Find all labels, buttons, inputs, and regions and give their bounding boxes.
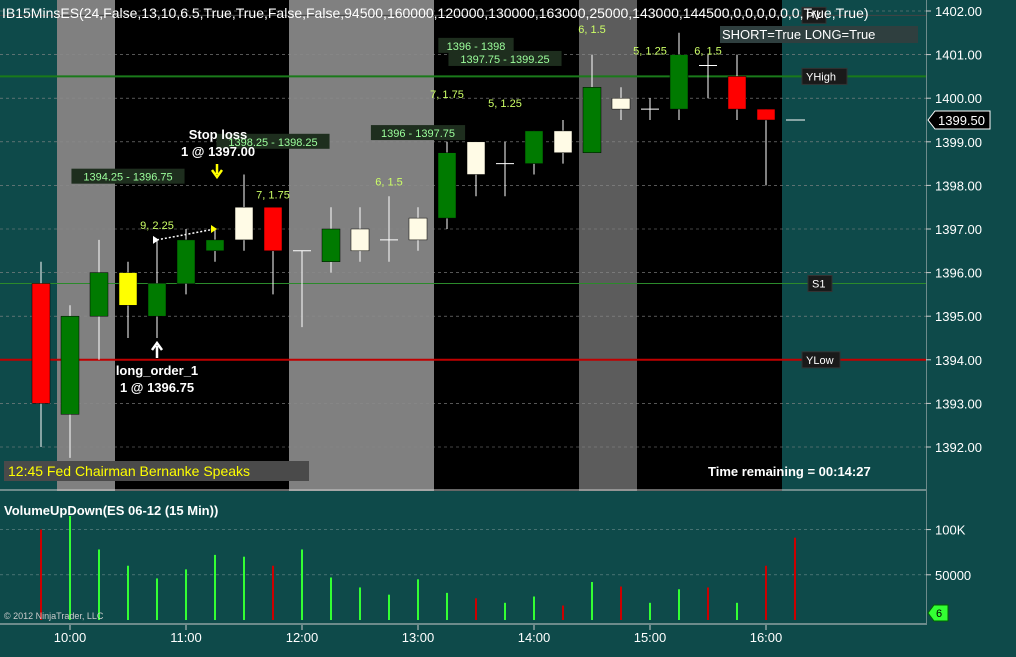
range-label-text: 1397.75 - 1399.25 (460, 54, 549, 66)
bar-label: 6, 1.5 (578, 24, 606, 36)
candle-body (727, 76, 747, 110)
price-tick-label: 1392.00 (935, 440, 982, 455)
time-tick-label: 12:00 (286, 630, 319, 645)
time-axis[interactable]: 10:00 11:00 12:00 13:00 14:00 15:00 16:00 (0, 625, 1016, 657)
candle-body (321, 228, 341, 262)
copyright: © 2012 NinjaTrader, LLC (4, 611, 104, 621)
time-tick-label: 10:00 (54, 630, 87, 645)
candle-body (611, 97, 631, 110)
price-tick-label: 1396.00 (935, 266, 982, 281)
candle-body (553, 130, 573, 153)
volume-chart[interactable]: VolumeUpDown(ES 06-12 (15 Min)) © 2012 Ni… (0, 494, 926, 625)
bar-label: 6, 1.5 (375, 176, 403, 188)
session-band (0, 0, 57, 491)
range-label: 1397.75 - 1399.25 (448, 50, 562, 66)
stop-loss-detail: 1 @ 1397.00 (181, 144, 255, 159)
candle-body (756, 108, 776, 121)
price-tick-label: 1399.00 (935, 135, 982, 150)
candle-body (524, 130, 544, 164)
candle-body (31, 283, 51, 404)
long-order-label: long_order_1 (116, 363, 198, 378)
bar-label: 7, 1.75 (256, 189, 290, 201)
candle[interactable] (437, 141, 457, 229)
level-label-text: S1 (812, 279, 825, 291)
time-tick-label: 13:00 (402, 630, 435, 645)
stop-loss-label: Stop loss (189, 127, 248, 142)
level-label-s1: S1 (807, 275, 833, 292)
time-tick-label: 11:00 (170, 630, 202, 645)
level-label-ylow: YLow (801, 351, 841, 369)
candle-body (176, 239, 196, 284)
session-band (637, 0, 782, 491)
candle-body (437, 152, 457, 219)
range-label-text: 1394.25 - 1396.75 (83, 172, 172, 184)
chart-title: IB15MinsES(24,False,13,10,6.5,True,True,… (2, 5, 869, 21)
long-order-detail: 1 @ 1396.75 (120, 380, 194, 395)
candle-body (582, 87, 602, 153)
price-axis[interactable]: 1392.00 1393.00 1394.00 1395.00 1396.00 1397.… (926, 0, 1016, 625)
candle-body (60, 315, 80, 415)
range-label: 1396 - 1398 (438, 37, 514, 53)
volume-tick-label: 50000 (935, 568, 971, 583)
candle-body (350, 228, 370, 252)
range-label: 1396 - 1397.75 (370, 125, 466, 141)
level-label-yhigh: YHigh (801, 67, 848, 85)
session-band (115, 0, 289, 491)
price-tick-label: 1394.00 (935, 353, 982, 368)
last-price-text: 1399.50 (938, 113, 985, 128)
bar-label: 5, 1.25 (633, 46, 667, 58)
time-tick-label: 14:00 (518, 630, 551, 645)
candle-body (408, 217, 428, 241)
price-tick-label: 1397.00 (935, 222, 982, 237)
candle-body (89, 272, 109, 317)
price-tick-label: 1401.00 (935, 48, 982, 63)
candle-body (147, 283, 167, 317)
volume-title: VolumeUpDown(ES 06-12 (15 Min)) (4, 503, 218, 518)
price-tick-label: 1402.00 (935, 4, 982, 19)
candle-body (466, 141, 486, 175)
session-band (57, 0, 115, 491)
price-tick-label: 1393.00 (935, 396, 982, 411)
candle-body (263, 206, 283, 252)
bar-label: 9, 2.25 (140, 220, 174, 232)
level-label-text: YHigh (806, 71, 836, 83)
session-note: 12:45 Fed Chairman Bernanke Speaks (8, 463, 250, 479)
volume-tick-label: 100K (935, 523, 966, 538)
bar-label: 7, 1.75 (430, 89, 464, 101)
time-tick-label: 16:00 (750, 630, 783, 645)
session-band (579, 0, 637, 491)
candle-body (118, 272, 138, 306)
price-tick-label: 1395.00 (935, 309, 982, 324)
volume-badge-text: 6 (936, 608, 942, 620)
candle-body (205, 239, 225, 252)
price-tick-label: 1400.00 (935, 91, 982, 106)
strategy-status: SHORT=True LONG=True (722, 27, 875, 42)
bar-label: 6, 1.5 (694, 46, 722, 58)
level-label-text: YLow (806, 355, 834, 367)
price-chart[interactable]: PVYHighS1YLow1394.25 - 1396.751398.25 - … (0, 0, 926, 491)
candle-body (234, 206, 254, 241)
bar-label: 5, 1.25 (488, 98, 522, 110)
candle-body (669, 54, 689, 110)
session-band (434, 0, 579, 491)
price-tick-label: 1398.00 (935, 178, 982, 193)
time-tick-label: 15:00 (634, 630, 667, 645)
range-label: 1394.25 - 1396.75 (71, 168, 185, 184)
range-label-text: 1396 - 1397.75 (381, 128, 455, 140)
time-remaining: Time remaining = 00:14:27 (708, 464, 871, 479)
